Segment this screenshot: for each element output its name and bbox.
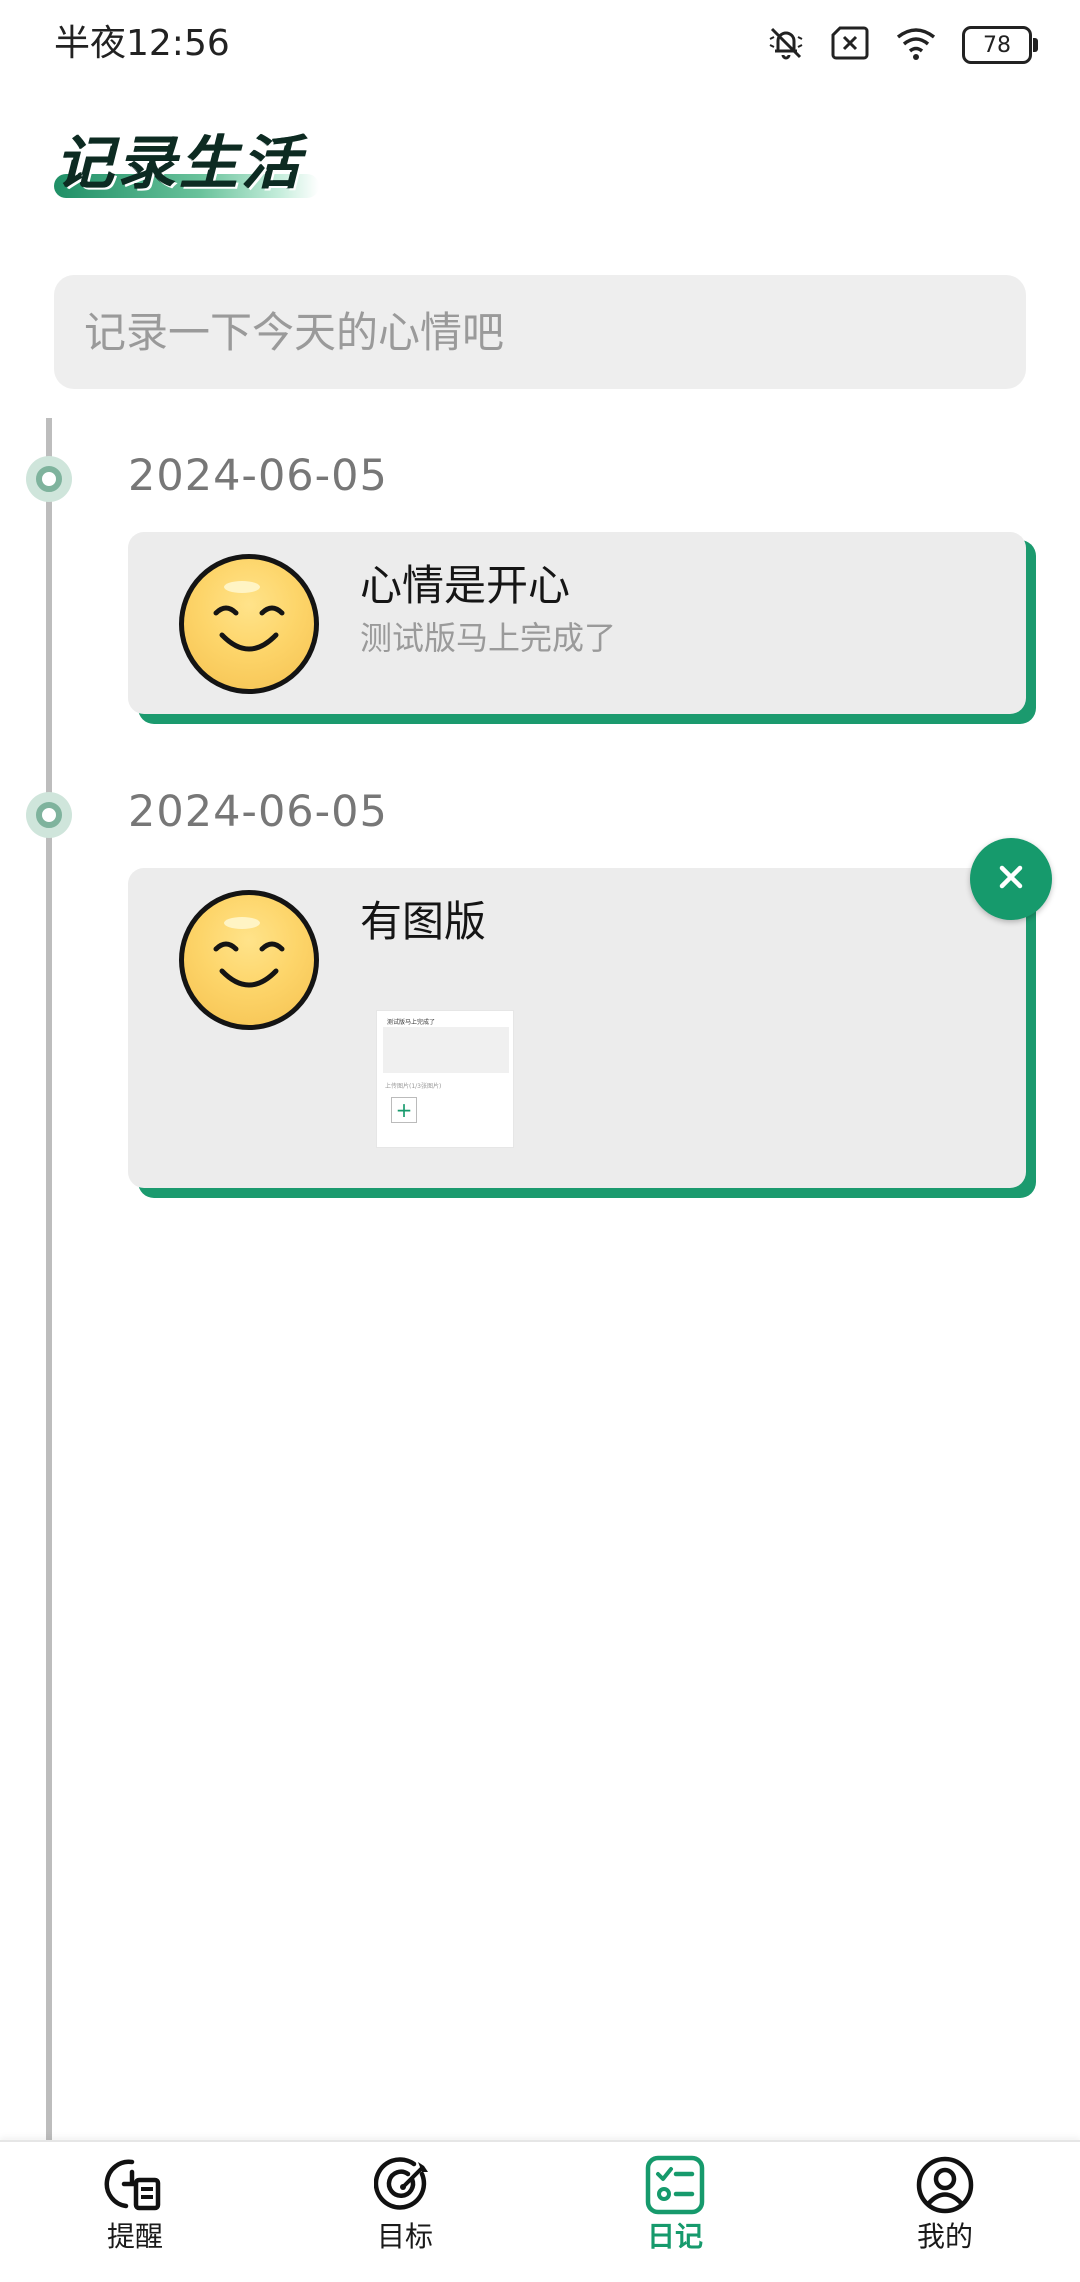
wifi-icon <box>894 25 938 65</box>
target-icon <box>373 2154 436 2216</box>
page-title: 记录生活 <box>56 129 305 197</box>
smile-face-icon <box>179 890 319 1030</box>
tab-label: 目标 <box>376 2220 433 2253</box>
close-icon <box>994 860 1028 898</box>
status-time: 半夜12:56 <box>54 23 230 64</box>
tab-profile[interactable]: 我的 <box>855 2152 1035 2272</box>
tab-label: 我的 <box>916 2220 973 2253</box>
delete-entry-button[interactable] <box>970 838 1052 920</box>
status-icons: 78 <box>766 22 1038 68</box>
tab-diary[interactable]: 日记 <box>585 2152 765 2272</box>
diary-icon <box>644 2154 706 2216</box>
diary-card[interactable]: 心情是开心 测试版马上完成了 <box>128 532 1026 714</box>
timeline-dot <box>26 792 72 838</box>
tab-goals[interactable]: 目标 <box>315 2152 495 2272</box>
smile-face-icon <box>179 554 319 694</box>
thumbnail-add-button: + <box>391 1097 417 1123</box>
mute-bell-icon <box>766 23 806 67</box>
page-header: 记录生活 <box>54 128 334 218</box>
profile-icon <box>914 2154 976 2216</box>
tab-label: 提醒 <box>106 2220 163 2253</box>
sim-x-icon <box>830 25 870 65</box>
timeline-dot <box>26 456 72 502</box>
thumbnail-textbox <box>383 1027 509 1073</box>
diary-card[interactable]: 有图版 测试版马上完成了 上传图片(1/3张图片) + <box>128 868 1026 1188</box>
battery-icon: 78 <box>962 26 1038 64</box>
entry-date: 2024-06-05 <box>128 787 388 837</box>
entry-date: 2024-06-05 <box>128 451 388 501</box>
timeline-line <box>46 418 52 2143</box>
entry-title: 心情是开心 <box>360 561 571 610</box>
entry-image-thumbnail[interactable]: 测试版马上完成了 上传图片(1/3张图片) + <box>376 1010 514 1148</box>
bottom-nav: 提醒 目标 日记 我的 <box>0 2140 1080 2282</box>
thumbnail-text: 测试版马上完成了 <box>387 1019 436 1026</box>
mood-input[interactable] <box>54 275 1026 389</box>
entry-title: 有图版 <box>360 897 487 946</box>
entry-subtitle: 测试版马上完成了 <box>360 619 617 657</box>
reminder-icon <box>104 2154 166 2216</box>
tab-reminder[interactable]: 提醒 <box>45 2152 225 2272</box>
tab-label: 日记 <box>646 2220 703 2253</box>
battery-level: 78 <box>983 32 1011 58</box>
thumbnail-caption: 上传图片(1/3张图片) <box>385 1083 442 1090</box>
